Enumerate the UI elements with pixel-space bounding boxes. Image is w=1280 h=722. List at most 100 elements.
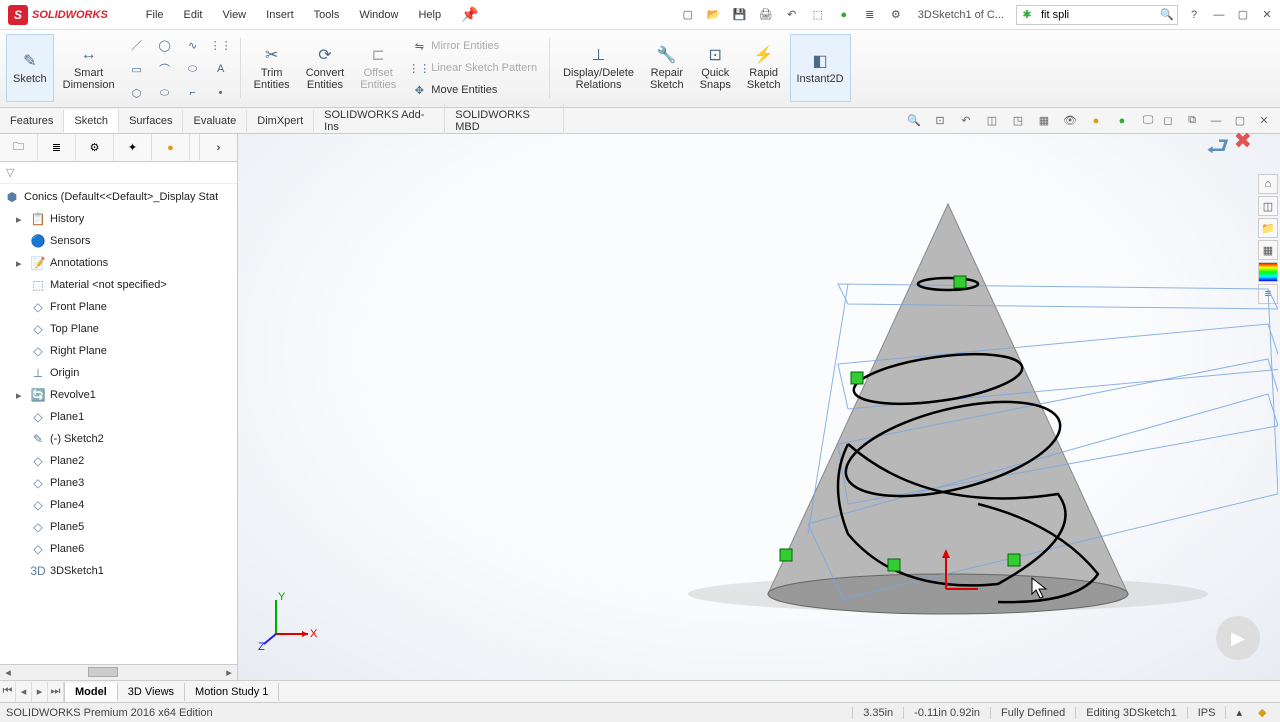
appearance-icon[interactable]: ● bbox=[1086, 111, 1106, 131]
open-icon[interactable]: 📂 bbox=[704, 5, 724, 25]
nav-next-icon[interactable]: ▸ bbox=[32, 682, 48, 702]
ellipse-tool-icon[interactable]: ⬭ bbox=[180, 58, 206, 80]
menu-help[interactable]: Help bbox=[408, 9, 451, 21]
tab-evaluate[interactable]: Evaluate bbox=[183, 110, 247, 132]
line-tool-icon[interactable]: ／ bbox=[124, 34, 150, 56]
graphics-viewport[interactable]: ⮐ ✖ ⌂ ◫ 📁 ▦ ≡ bbox=[238, 134, 1280, 680]
tree-hscroll[interactable]: ◂ ▸ bbox=[0, 664, 237, 680]
menu-insert[interactable]: Insert bbox=[256, 9, 304, 21]
menu-tools[interactable]: Tools bbox=[304, 9, 350, 21]
prev-view-icon[interactable]: ↶ bbox=[956, 111, 976, 131]
trim-button[interactable]: ✂ Trim Entities bbox=[247, 34, 297, 102]
tab-surfaces[interactable]: Surfaces bbox=[119, 110, 183, 132]
tree-item[interactable]: ▸📋History bbox=[0, 208, 237, 230]
tree-item[interactable]: ◇Front Plane bbox=[0, 296, 237, 318]
fm-tab-display[interactable]: ● bbox=[152, 134, 190, 162]
zoom-fit-icon[interactable]: 🔍 bbox=[904, 111, 924, 131]
tree-item[interactable]: ◇Plane5 bbox=[0, 516, 237, 538]
tab-dimxpert[interactable]: DimXpert bbox=[247, 110, 314, 132]
menu-file[interactable]: File bbox=[136, 9, 174, 21]
convert-button[interactable]: ⟳ Convert Entities bbox=[299, 34, 352, 102]
dotted-tool-icon[interactable]: ⋮⋮ bbox=[208, 34, 234, 56]
play-button[interactable]: ▶ bbox=[1216, 616, 1260, 660]
tree-root[interactable]: ⬢ Conics (Default<<Default>_Display Stat bbox=[0, 186, 237, 208]
close-icon[interactable]: ✕ bbox=[1258, 6, 1276, 24]
fm-tab-property[interactable]: ≣ bbox=[38, 134, 76, 162]
fm-tab-config[interactable]: ⚙ bbox=[76, 134, 114, 162]
scroll-right-icon[interactable]: ▸ bbox=[221, 665, 237, 679]
save-icon[interactable]: 💾 bbox=[730, 5, 750, 25]
tree-item[interactable]: 🔵Sensors bbox=[0, 230, 237, 252]
tree-item[interactable]: ◇Top Plane bbox=[0, 318, 237, 340]
menu-view[interactable]: View bbox=[212, 9, 256, 21]
tab-sketch[interactable]: Sketch bbox=[64, 110, 119, 133]
undo-icon[interactable]: ↶ bbox=[782, 5, 802, 25]
spline-tool-icon[interactable]: ∿ bbox=[180, 34, 206, 56]
nav-first-icon[interactable]: ⏮ bbox=[0, 682, 16, 702]
help-icon[interactable]: ? bbox=[1184, 5, 1204, 25]
tree-item[interactable]: ◇Right Plane bbox=[0, 340, 237, 362]
circle-tool-icon[interactable]: ◯ bbox=[152, 34, 178, 56]
status-warning-icon[interactable]: ◆ bbox=[1258, 706, 1274, 719]
repair-button[interactable]: 🔧 Repair Sketch bbox=[643, 34, 691, 102]
pattern-button[interactable]: ⋮⋮Linear Sketch Pattern bbox=[407, 58, 541, 78]
expand-icon[interactable]: ▸ bbox=[16, 257, 26, 270]
tree-item[interactable]: ✎(-) Sketch2 bbox=[0, 428, 237, 450]
viewport-single-icon[interactable]: ◻ bbox=[1158, 111, 1178, 131]
scroll-thumb[interactable] bbox=[88, 667, 118, 677]
tree-item[interactable]: ◇Plane1 bbox=[0, 406, 237, 428]
tree-item[interactable]: ◇Plane6 bbox=[0, 538, 237, 560]
tree-item[interactable]: ◇Plane2 bbox=[0, 450, 237, 472]
point-tool-icon[interactable]: • bbox=[208, 82, 234, 104]
tree-item[interactable]: ⊥Origin bbox=[0, 362, 237, 384]
status-units[interactable]: IPS bbox=[1187, 707, 1226, 719]
scroll-left-icon[interactable]: ◂ bbox=[0, 665, 16, 679]
tree-item[interactable]: ▸🔄Revolve1 bbox=[0, 384, 237, 406]
pin-icon[interactable]: 📌 bbox=[461, 6, 478, 23]
search-box[interactable]: ✱ 🔍 bbox=[1016, 5, 1178, 25]
bottom-tab-3dviews[interactable]: 3D Views bbox=[118, 683, 185, 701]
rebuild-icon[interactable]: ● bbox=[834, 5, 854, 25]
expand-icon[interactable]: ▸ bbox=[16, 389, 26, 402]
sketch-button[interactable]: ✎ Sketch bbox=[6, 34, 54, 102]
tab-addins[interactable]: SOLIDWORKS Add-Ins bbox=[314, 104, 445, 138]
section-view-icon[interactable]: ◫ bbox=[982, 111, 1002, 131]
nav-last-icon[interactable]: ⏭ bbox=[48, 682, 64, 702]
fillet-tool-icon[interactable]: ⌐ bbox=[180, 82, 206, 104]
home-view-icon[interactable]: ⌂ bbox=[1258, 174, 1278, 194]
bottom-tab-model[interactable]: Model bbox=[65, 683, 118, 701]
tree-item[interactable]: ▸📝Annotations bbox=[0, 252, 237, 274]
menu-edit[interactable]: Edit bbox=[174, 9, 213, 21]
viewport-close-icon[interactable]: ✕ bbox=[1254, 111, 1274, 131]
scene-icon[interactable]: ● bbox=[1112, 111, 1132, 131]
mirror-button[interactable]: ⇋Mirror Entities bbox=[407, 36, 541, 56]
fm-tab-more[interactable]: › bbox=[199, 134, 237, 162]
menu-window[interactable]: Window bbox=[349, 9, 408, 21]
search-input[interactable] bbox=[1037, 9, 1157, 21]
zoom-area-icon[interactable]: ⊡ bbox=[930, 111, 950, 131]
fm-tab-dim[interactable]: ✦ bbox=[114, 134, 152, 162]
minimize-icon[interactable]: — bbox=[1210, 6, 1228, 24]
display-relations-button[interactable]: ⊥ Display/Delete Relations bbox=[556, 34, 641, 102]
filter-icon[interactable]: ▽ bbox=[6, 166, 14, 179]
nav-prev-icon[interactable]: ◂ bbox=[16, 682, 32, 702]
view-settings-icon[interactable]: 🖵 bbox=[1138, 111, 1158, 131]
viewport-link-icon[interactable]: ⧉ bbox=[1182, 111, 1202, 131]
maximize-icon[interactable]: ▢ bbox=[1234, 6, 1252, 24]
print-icon[interactable]: 🖨 bbox=[756, 5, 776, 25]
smart-dimension-button[interactable]: ↔ Smart Dimension bbox=[56, 34, 122, 102]
confirm-corner-cancel-icon[interactable]: ✖ bbox=[1234, 128, 1252, 172]
rapid-sketch-button[interactable]: ⚡ Rapid Sketch bbox=[740, 34, 788, 102]
confirm-corner-ok-icon[interactable]: ⮐ bbox=[1206, 128, 1229, 172]
settings-icon[interactable]: ⚙ bbox=[886, 5, 906, 25]
expand-icon[interactable]: ▸ bbox=[16, 213, 26, 226]
slot-tool-icon[interactable]: ⬭ bbox=[152, 82, 178, 104]
text-tool-icon[interactable]: A bbox=[208, 58, 234, 80]
polygon-tool-icon[interactable]: ⬡ bbox=[124, 82, 150, 104]
select-icon[interactable]: ⬚ bbox=[808, 5, 828, 25]
instant2d-button[interactable]: ◧ Instant2D bbox=[790, 34, 851, 102]
options-icon[interactable]: ≣ bbox=[860, 5, 880, 25]
tree-item[interactable]: ⬚Material <not specified> bbox=[0, 274, 237, 296]
display-style-icon[interactable]: ▦ bbox=[1034, 111, 1054, 131]
bottom-tab-motion[interactable]: Motion Study 1 bbox=[185, 683, 279, 701]
